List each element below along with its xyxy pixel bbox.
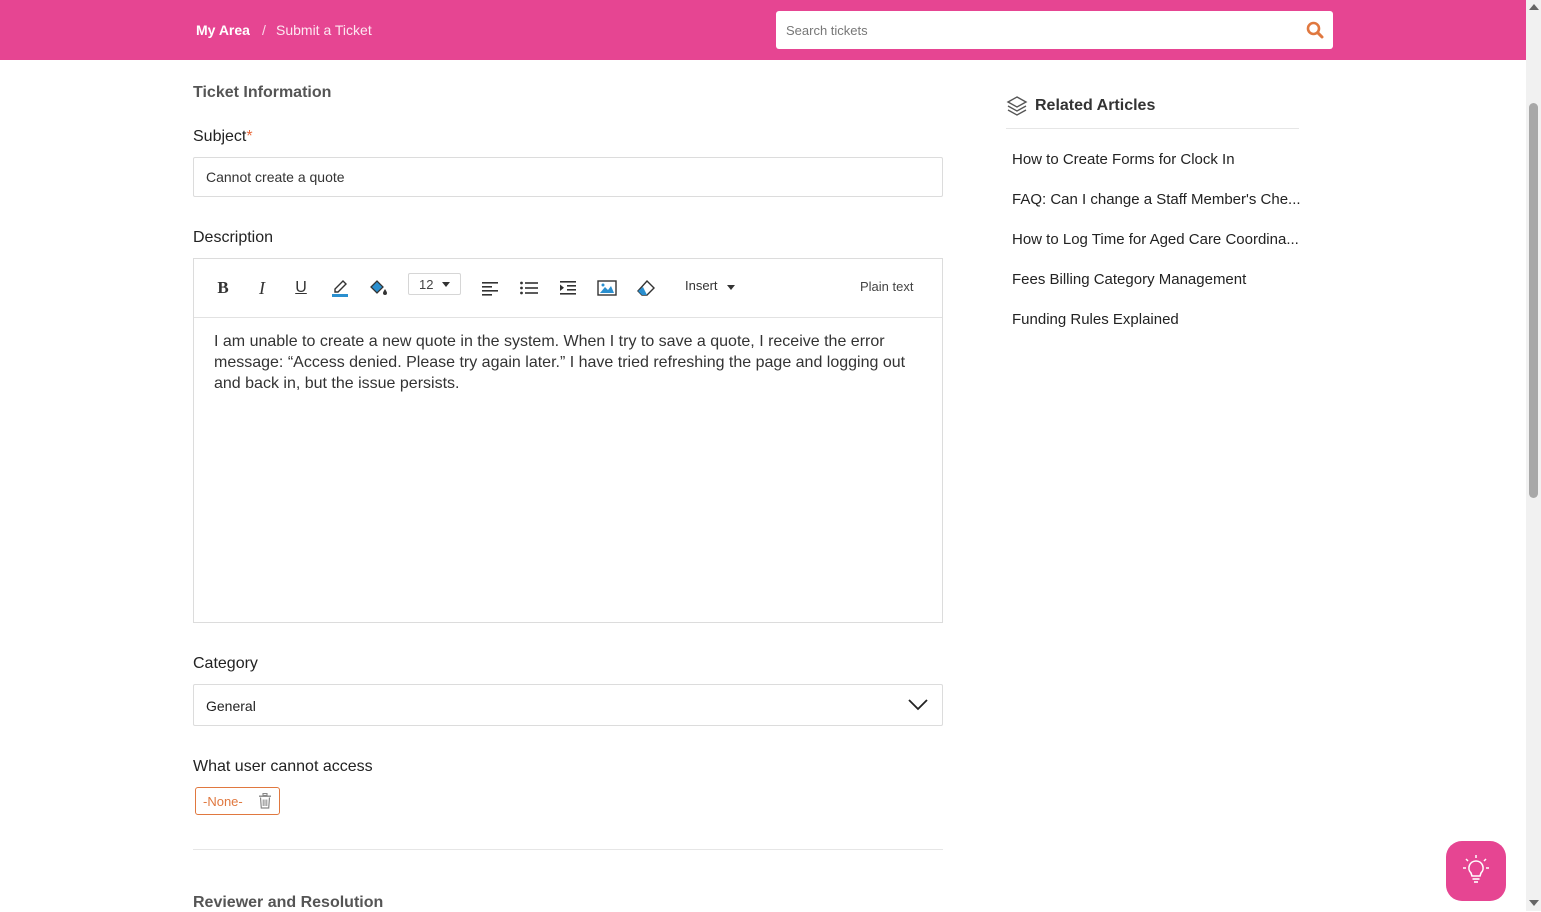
insert-label: Insert [685, 278, 718, 293]
scroll-up-arrow-icon[interactable] [1529, 4, 1539, 10]
chevron-down-icon [442, 282, 450, 287]
underline-button[interactable]: U [289, 276, 313, 300]
subject-label: Subject* [193, 128, 253, 146]
section-title-reviewer-resolution: Reviewer and Resolution [193, 894, 384, 911]
search-box [776, 11, 1333, 49]
image-icon[interactable] [595, 276, 619, 300]
description-label: Description [193, 229, 274, 246]
breadcrumb-separator: / [262, 22, 266, 38]
chevron-down-icon [908, 697, 928, 716]
related-divider [1006, 128, 1299, 129]
plain-text-toggle[interactable]: Plain text [860, 279, 913, 294]
category-select[interactable]: General [193, 684, 943, 726]
search-icon[interactable] [1305, 20, 1325, 40]
related-article-link[interactable]: Fees Billing Category Management [1012, 271, 1302, 288]
font-size-value: 12 [419, 277, 434, 292]
search-input[interactable] [776, 11, 1286, 49]
editor-toolbar: B I U 12 Insert Plain text [194, 259, 942, 318]
lightbulb-icon [1462, 854, 1490, 889]
scroll-down-arrow-icon[interactable] [1529, 900, 1539, 906]
breadcrumb-my-area[interactable]: My Area [196, 22, 250, 38]
font-size-select[interactable]: 12 [408, 273, 461, 295]
text-color-icon[interactable] [328, 276, 352, 300]
section-title-ticket-information: Ticket Information [193, 84, 332, 101]
subject-label-text: Subject [193, 128, 247, 145]
help-button[interactable] [1446, 841, 1506, 901]
category-value: General [206, 698, 256, 714]
top-bar: My Area / Submit a Ticket [0, 0, 1526, 60]
related-article-link[interactable]: How to Log Time for Aged Care Coordina..… [1012, 231, 1302, 248]
breadcrumb-current: Submit a Ticket [276, 22, 372, 38]
category-label: Category [193, 655, 258, 672]
fill-color-icon[interactable] [367, 276, 391, 300]
eraser-icon[interactable] [634, 276, 658, 300]
cannot-access-chip: -None- [195, 787, 280, 815]
section-divider [193, 849, 943, 850]
required-mark: * [246, 128, 253, 145]
align-left-icon[interactable] [478, 276, 502, 300]
chip-label: -None- [203, 794, 243, 809]
description-text-area[interactable]: I am unable to create a new quote in the… [194, 318, 942, 622]
bullet-list-icon[interactable] [517, 276, 541, 300]
italic-button[interactable]: I [250, 276, 274, 300]
related-articles-title: Related Articles [1035, 97, 1156, 114]
related-article-link[interactable]: Funding Rules Explained [1012, 311, 1302, 328]
related-article-link[interactable]: How to Create Forms for Clock In [1012, 151, 1302, 168]
cannot-access-label: What user cannot access [193, 758, 373, 775]
description-editor: B I U 12 Insert Plain text I am unable t… [193, 258, 943, 623]
indent-icon[interactable] [556, 276, 580, 300]
chevron-down-icon [727, 285, 735, 290]
subject-input[interactable]: Cannot create a quote [193, 157, 943, 197]
bold-button[interactable]: B [211, 276, 235, 300]
scrollbar-thumb[interactable] [1529, 103, 1538, 498]
insert-menu[interactable]: Insert [685, 278, 735, 293]
related-article-link[interactable]: FAQ: Can I change a Staff Member's Che..… [1012, 191, 1302, 208]
layers-icon [1006, 95, 1028, 122]
trash-icon[interactable] [258, 792, 272, 814]
